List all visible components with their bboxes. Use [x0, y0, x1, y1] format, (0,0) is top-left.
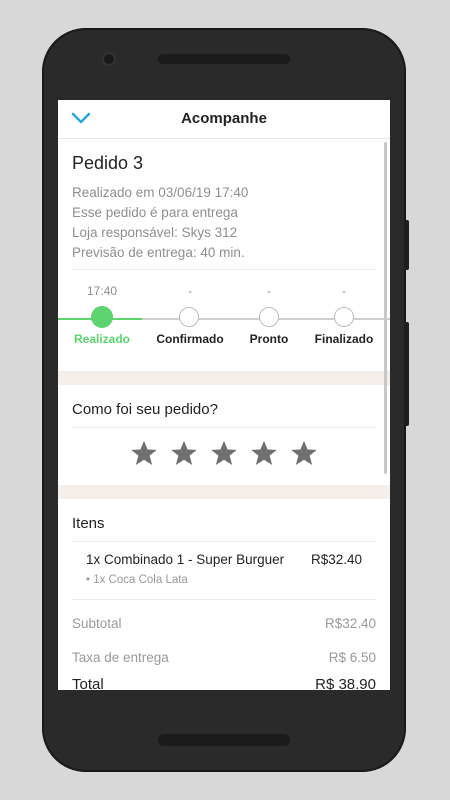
subtotal-label: Subtotal [72, 616, 122, 631]
items-title: Itens [72, 515, 105, 532]
step-indicator-realizado [91, 306, 113, 328]
order-store: Loja responsável: Skys 312 [72, 225, 238, 240]
total-label: Total [72, 676, 104, 690]
step-indicator-pronto [259, 307, 279, 327]
top-bar: Acompanhe [58, 100, 390, 139]
item-price: R$32.40 [310, 552, 362, 567]
delivery-fee-label: Taxa de entrega [72, 650, 169, 665]
total-value: R$ 38.90 [315, 676, 376, 690]
section-divider [58, 485, 390, 499]
divider [72, 427, 376, 428]
section-divider [58, 371, 390, 385]
step-label-confirmado: Confirmado [156, 332, 224, 346]
divider [72, 269, 376, 270]
step-indicator-finalizado [334, 307, 354, 327]
item-addon: • 1x Coca Cola Lata [86, 574, 188, 586]
star-icon-4[interactable] [250, 439, 278, 467]
volume-button [404, 322, 409, 426]
star-icon-3[interactable] [210, 439, 238, 467]
order-type: Esse pedido é para entrega [72, 205, 238, 220]
order-content: Pedido 3 Realizado em 03/06/19 17:40 Ess… [58, 139, 390, 690]
order-eta: Previsão de entrega: 40 min. [72, 245, 245, 260]
star-icon-5[interactable] [290, 439, 318, 467]
rating-question: Como foi seu pedido? [72, 401, 218, 418]
step-label-realizado: Realizado [73, 332, 130, 346]
divider [72, 599, 376, 600]
item-name: 1x Combinado 1 - Super Burguer [86, 552, 285, 567]
order-date: Realizado em 03/06/19 17:40 [72, 185, 249, 200]
delivery-fee-value: R$ 6.50 [328, 650, 376, 665]
step-label-finalizado: Finalizado [314, 332, 374, 346]
earpiece-speaker [158, 54, 290, 64]
step-indicator-confirmado [179, 307, 199, 327]
app-screen: Acompanhe Pedido 3 Realizado em 03/06/19… [58, 100, 390, 690]
step-time-confirmado: - [188, 284, 192, 298]
scrollbar[interactable] [384, 142, 387, 474]
star-icon-1[interactable] [130, 439, 158, 467]
order-title: Pedido 3 [72, 153, 144, 173]
divider [72, 541, 376, 542]
step-time-pronto: - [267, 284, 271, 298]
page-title: Acompanhe [181, 110, 267, 127]
subtotal-value: R$32.40 [324, 616, 376, 631]
step-time-realizado: 17:40 [86, 284, 118, 298]
step-time-finalizado: - [342, 284, 346, 298]
front-camera [102, 52, 116, 66]
star-icon-2[interactable] [170, 439, 198, 467]
power-button [404, 220, 409, 270]
bottom-speaker [158, 734, 290, 746]
